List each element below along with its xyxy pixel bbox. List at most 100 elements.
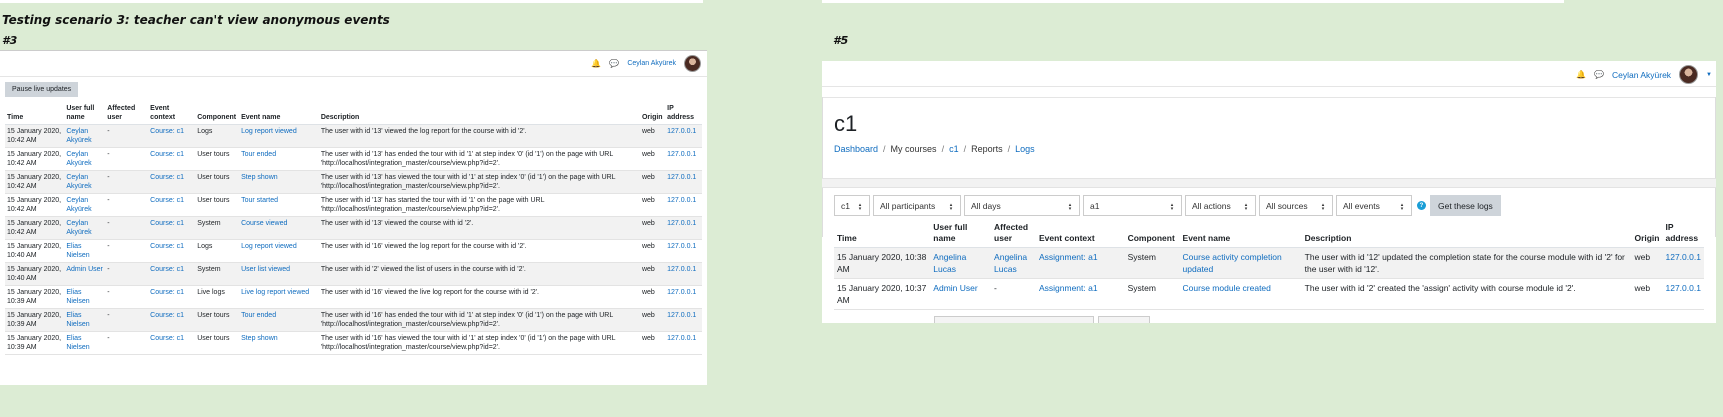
- cell-affected-text: -: [107, 197, 110, 204]
- cell-component: User tours: [195, 147, 240, 171]
- cell-event-text[interactable]: Step shown: [241, 335, 278, 342]
- cell-event-text[interactable]: Tour ended: [241, 312, 276, 319]
- cell-user-text[interactable]: Ceylan Akyürek: [66, 197, 91, 213]
- filter-select[interactable]: All events ▴▾: [1336, 195, 1412, 216]
- cell-origin: web: [1631, 247, 1663, 279]
- cell-context-text[interactable]: Course: c1: [150, 312, 184, 319]
- cell-origin-text: web: [1634, 283, 1651, 293]
- cell-user-text[interactable]: Ceylan Akyürek: [66, 174, 91, 190]
- breadcrumb-item[interactable]: c1: [949, 144, 959, 154]
- cell-origin: web: [639, 239, 666, 263]
- cell-context-text[interactable]: Assignment: a1: [1039, 283, 1098, 293]
- page-title: c1: [834, 111, 858, 136]
- bell-icon[interactable]: 🔔: [591, 59, 601, 68]
- cell-ip-text[interactable]: 127.0.0.1: [667, 312, 696, 319]
- table-row: 15 January 2020, 10:42 AM Ceylan Akyürek -…: [5, 170, 702, 194]
- cell-ip-text[interactable]: 127.0.0.1: [667, 289, 696, 296]
- cell-user-text[interactable]: Admin User: [66, 266, 103, 273]
- cell-user-text[interactable]: Elias Nielsen: [66, 243, 89, 259]
- caret-updown-icon: ▴▾: [948, 201, 954, 210]
- cell-context-text[interactable]: Course: c1: [150, 220, 184, 227]
- cell-user-text[interactable]: Elias Nielsen: [66, 335, 89, 351]
- cell-event: Live log report viewed: [239, 285, 319, 309]
- cell-event-text[interactable]: User list viewed: [241, 266, 290, 273]
- cell-context-text[interactable]: Course: c1: [150, 197, 184, 204]
- cell-component: Logs: [195, 239, 240, 263]
- cell-event-text[interactable]: Live log report viewed: [241, 289, 309, 296]
- cell-ip-text[interactable]: 127.0.0.1: [667, 151, 696, 158]
- cell-context-text[interactable]: Assignment: a1: [1039, 252, 1098, 262]
- cell-ip: 127.0.0.1: [665, 331, 702, 355]
- pause-live-updates-button[interactable]: Pause live updates: [5, 82, 79, 97]
- avatar[interactable]: [684, 55, 701, 72]
- chat-icon[interactable]: 💬: [1594, 70, 1604, 79]
- cell-time-text: 15 January 2020, 10:42 AM: [7, 128, 62, 144]
- cell-ip-text[interactable]: 127.0.0.1: [667, 243, 696, 250]
- cell-component: User tours: [195, 193, 240, 217]
- cell-ip-text[interactable]: 127.0.0.1: [667, 266, 696, 273]
- cell-ip-text[interactable]: 127.0.0.1: [667, 197, 696, 204]
- cell-user: Ceylan Akyürek: [64, 216, 106, 240]
- cell-ip-text[interactable]: 127.0.0.1: [667, 128, 696, 135]
- bell-icon[interactable]: 🔔: [1576, 70, 1586, 79]
- cell-affected: -: [105, 262, 149, 286]
- cell-event: Course module created: [1179, 278, 1302, 310]
- cell-description-text: The user with id '2' created the 'assign…: [1304, 283, 1576, 293]
- cell-event-text[interactable]: Log report viewed: [241, 128, 297, 135]
- cell-component: User tours: [195, 308, 240, 332]
- cell-user-text[interactable]: Admin User: [933, 283, 977, 293]
- cell-description: The user with id '2' created the 'assign…: [1301, 278, 1632, 310]
- cell-context-text[interactable]: Course: c1: [150, 151, 184, 158]
- cell-context-text[interactable]: Course: c1: [150, 243, 184, 250]
- cell-time-text: 15 January 2020, 10:42 AM: [7, 197, 62, 213]
- cell-event-text[interactable]: Course activity completion updated: [1183, 252, 1282, 274]
- cell-event-text[interactable]: Step shown: [241, 174, 278, 181]
- cell-event-text[interactable]: Log report viewed: [241, 243, 297, 250]
- cell-affected-text: -: [107, 220, 110, 227]
- cell-context-text[interactable]: Course: c1: [150, 335, 184, 342]
- cell-context-text[interactable]: Course: c1: [150, 174, 184, 181]
- get-these-logs-button[interactable]: Get these logs: [1430, 195, 1501, 216]
- cell-context-text[interactable]: Course: c1: [150, 289, 184, 296]
- filter-select[interactable]: a1 ▴▾: [1083, 195, 1182, 216]
- cell-ip-text[interactable]: 127.0.0.1: [1665, 252, 1700, 262]
- caret-updown-icon: ▴▾: [1169, 201, 1175, 210]
- caret-down-icon[interactable]: ▼: [1706, 72, 1712, 78]
- cell-user-text[interactable]: Angelina Lucas: [933, 252, 966, 274]
- cell-event-text[interactable]: Course module created: [1183, 283, 1271, 293]
- column-header: Description: [318, 102, 640, 125]
- filter-select[interactable]: All sources ▴▾: [1259, 195, 1333, 216]
- cell-component: System: [1124, 278, 1180, 310]
- cell-event-text[interactable]: Tour started: [241, 197, 278, 204]
- cell-ip-text[interactable]: 127.0.0.1: [667, 174, 696, 181]
- cell-affected-text[interactable]: Angelina Lucas: [994, 252, 1027, 274]
- cell-user-text[interactable]: Ceylan Akyürek: [66, 220, 91, 236]
- user-menu-name[interactable]: Ceylan Akyürek: [1612, 70, 1671, 80]
- filter-select[interactable]: All actions ▴▾: [1185, 195, 1256, 216]
- breadcrumb-item[interactable]: Dashboard: [834, 144, 878, 154]
- breadcrumb-item[interactable]: Logs: [1015, 144, 1035, 154]
- filter-select[interactable]: All days ▴▾: [964, 195, 1080, 216]
- filter-select[interactable]: All participants ▴▾: [873, 195, 961, 216]
- cell-ip-text[interactable]: 127.0.0.1: [1665, 283, 1700, 293]
- chat-icon[interactable]: 💬: [609, 59, 619, 68]
- cell-ip-text[interactable]: 127.0.0.1: [667, 220, 696, 227]
- cell-user-text[interactable]: Ceylan Akyürek: [66, 128, 91, 144]
- filter-select[interactable]: c1 ▴▾: [834, 195, 870, 216]
- cell-user-text[interactable]: Elias Nielsen: [66, 289, 89, 305]
- cell-context-text[interactable]: Course: c1: [150, 128, 184, 135]
- cell-user-text[interactable]: Elias Nielsen: [66, 312, 89, 328]
- avatar[interactable]: [1679, 65, 1699, 84]
- user-menu-name[interactable]: Ceylan Akyürek: [627, 60, 676, 67]
- course-header-card: [822, 97, 1716, 237]
- cell-event-text[interactable]: Course viewed: [241, 220, 287, 227]
- cell-event-text[interactable]: Tour ended: [241, 151, 276, 158]
- cell-ip: 127.0.0.1: [665, 193, 702, 217]
- cell-context-text[interactable]: Course: c1: [150, 266, 184, 273]
- cell-user-text[interactable]: Ceylan Akyürek: [66, 151, 91, 167]
- help-icon[interactable]: ?: [1417, 201, 1426, 210]
- cell-ip-text[interactable]: 127.0.0.1: [667, 335, 696, 342]
- column-header: Event name: [239, 102, 319, 125]
- table-row: 15 January 2020, 10:39 AM Elias Nielsen - C…: [5, 308, 702, 332]
- cell-origin-text: web: [641, 312, 655, 319]
